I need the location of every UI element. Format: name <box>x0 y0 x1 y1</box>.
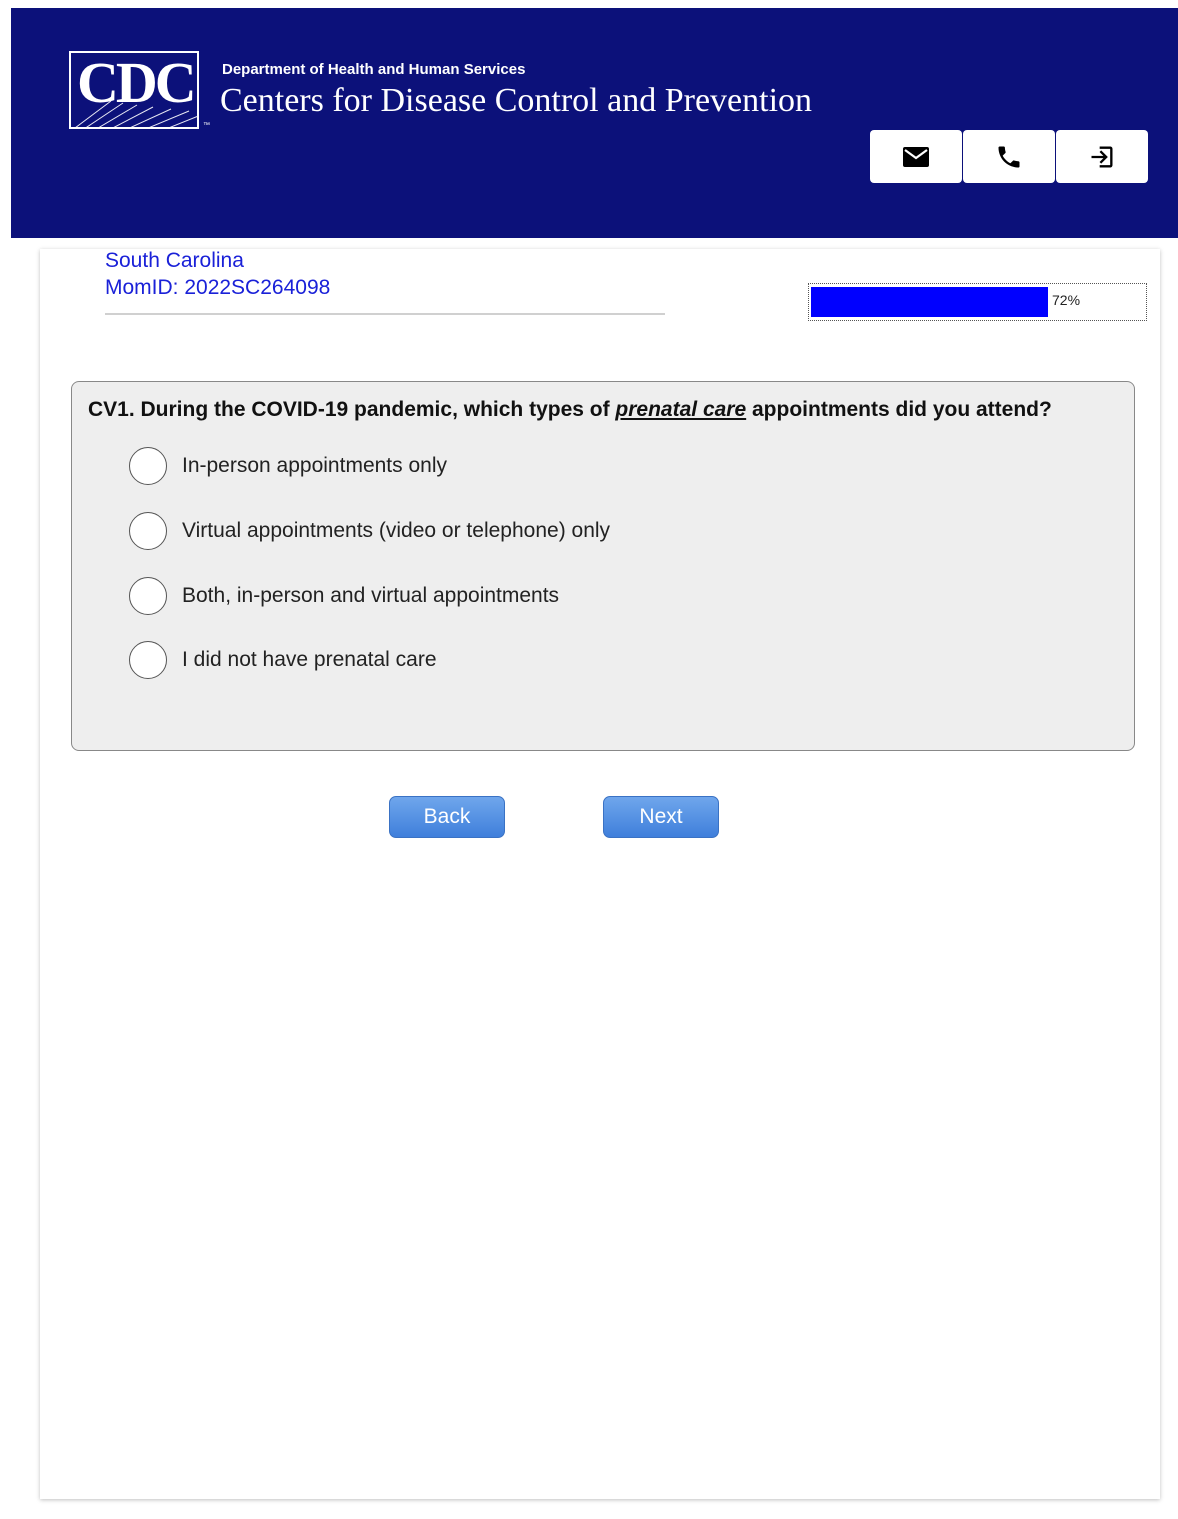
header-actions <box>870 130 1149 183</box>
option-label: In-person appointments only <box>182 454 447 477</box>
option-virtual[interactable]: Virtual appointments (video or telephone… <box>129 512 610 550</box>
agency-name: Centers for Disease Control and Preventi… <box>220 82 813 119</box>
option-label: Both, in-person and virtual appointments <box>182 584 560 607</box>
email-button[interactable] <box>870 130 962 183</box>
radio-button[interactable] <box>129 641 167 679</box>
question-panel: CV1. During the COVID-19 pandemic, which… <box>71 381 1135 751</box>
exit-icon <box>1091 146 1113 167</box>
question-text: CV1. During the COVID-19 pandemic, which… <box>88 398 1052 422</box>
question-suffix: appointments did you attend? <box>746 398 1052 421</box>
department-name: Department of Health and Human Services <box>222 61 526 78</box>
mail-icon <box>903 146 929 167</box>
option-in-person[interactable]: In-person appointments only <box>129 447 447 485</box>
next-button[interactable]: Next <box>603 796 719 838</box>
state-label: South Carolina <box>105 249 244 272</box>
radio-button[interactable] <box>129 577 167 615</box>
phone-icon <box>998 146 1020 167</box>
radio-button[interactable] <box>129 512 167 550</box>
question-prefix: CV1. During the COVID-19 pandemic, which… <box>88 398 616 421</box>
option-label: I did not have prenatal care <box>182 648 437 671</box>
logo-text: CDC <box>77 51 197 115</box>
site-header: CDC ™ Department of Health and Human Ser… <box>11 8 1178 238</box>
cdc-logo: CDC <box>69 51 199 129</box>
radio-button[interactable] <box>129 447 167 485</box>
survey-card: South Carolina MomID: 2022SC264098 72% C… <box>40 249 1160 1499</box>
phone-button[interactable] <box>963 130 1055 183</box>
mom-id-label: MomID: 2022SC264098 <box>105 276 331 299</box>
option-no-prenatal-care[interactable]: I did not have prenatal care <box>129 641 437 679</box>
option-both[interactable]: Both, in-person and virtual appointments <box>129 577 559 615</box>
progress-percent: 72% <box>1052 292 1081 308</box>
progress-fill <box>811 287 1048 317</box>
progress-bar: 72% <box>808 283 1147 321</box>
back-button[interactable]: Back <box>389 796 505 838</box>
divider <box>105 313 665 315</box>
exit-button[interactable] <box>1056 130 1148 183</box>
option-label: Virtual appointments (video or telephone… <box>182 519 611 542</box>
question-emphasis: prenatal care <box>615 398 747 421</box>
trademark-mark: ™ <box>203 122 210 129</box>
